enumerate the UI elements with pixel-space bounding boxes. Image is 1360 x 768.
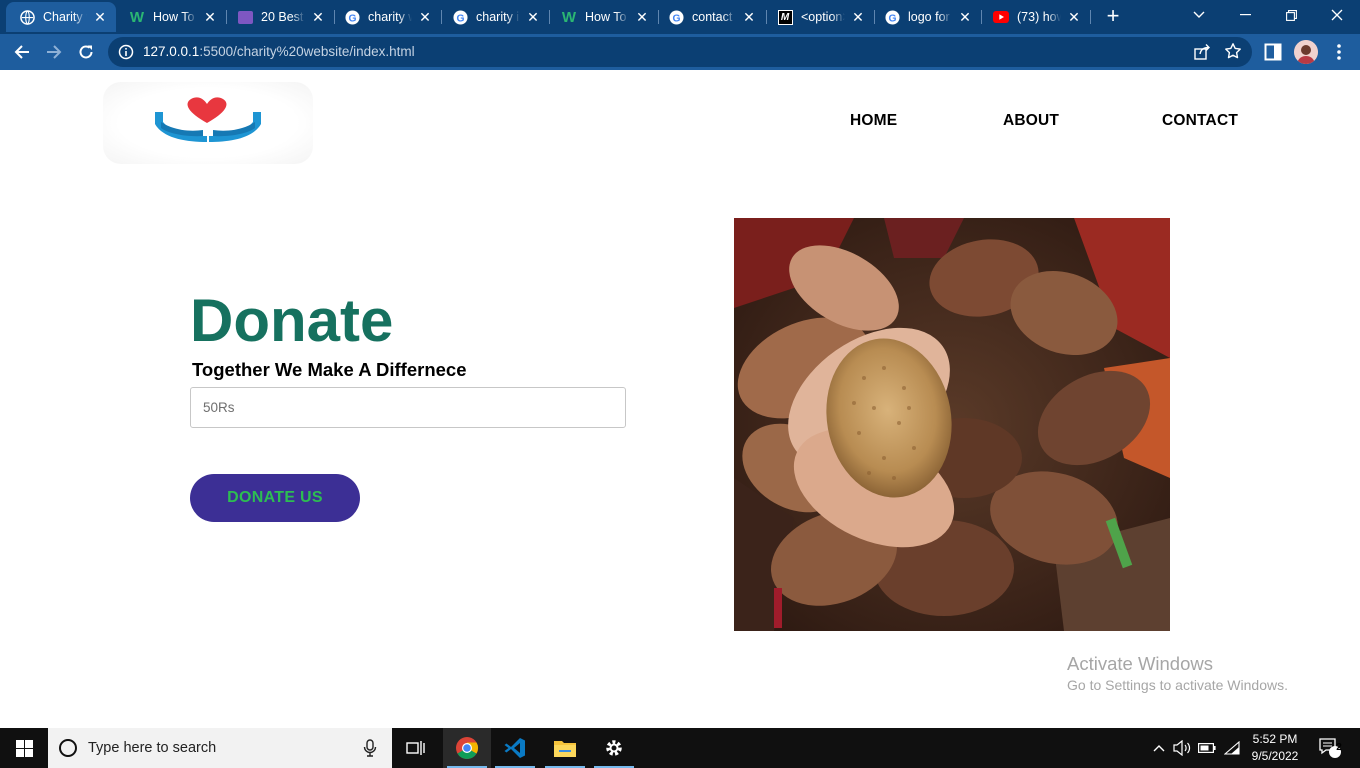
kebab-menu-icon[interactable] (1330, 42, 1348, 62)
site-info-icon[interactable] (118, 44, 134, 60)
tab-contact-us[interactable]: G contact us ✕ (655, 2, 765, 32)
close-window-icon[interactable] (1314, 0, 1360, 30)
settings-gear-icon[interactable] (590, 728, 638, 768)
bookmark-star-icon[interactable] (1224, 42, 1242, 60)
youtube-icon (993, 9, 1009, 25)
tab-how-to-make-website[interactable]: W How To Make a Website ✕ (116, 2, 226, 32)
tab-option-docs[interactable]: M <option> ✕ (764, 2, 874, 32)
svg-text:G: G (348, 13, 356, 24)
wifi-icon[interactable] (1222, 728, 1242, 768)
wix-w-icon: W (561, 8, 577, 26)
heart-shape (187, 97, 227, 123)
tab-close-icon[interactable]: ✕ (525, 9, 541, 25)
tab-title: charity images (476, 10, 520, 24)
tab-close-icon[interactable]: ✕ (634, 9, 650, 25)
google-g-icon: G (452, 9, 468, 25)
tab-title: contact us (692, 10, 736, 24)
browser-tab-strip: Charity website ✕ W How To Make a Websit… (0, 0, 1360, 34)
file-explorer-taskbar-icon[interactable] (541, 728, 589, 768)
tab-close-icon[interactable]: ✕ (850, 9, 866, 25)
side-panel-icon[interactable] (1264, 43, 1282, 61)
svg-text:G: G (888, 13, 896, 24)
google-g-icon: G (668, 9, 684, 25)
nav-about-link[interactable]: ABOUT (1003, 112, 1059, 130)
tab-close-icon[interactable]: ✕ (202, 9, 218, 25)
charity-website-page: HOME ABOUT CONTACT Donate Together We Ma… (0, 70, 1360, 728)
url-host: 127.0.0.1 (143, 44, 200, 59)
hands-holding-grain-image (734, 218, 1170, 631)
tab-charity-website[interactable]: Charity website ✕ (6, 2, 116, 32)
nav-contact-link[interactable]: CONTACT (1162, 112, 1238, 130)
tab-separator (1090, 10, 1091, 24)
activate-windows-subtitle: Go to Settings to activate Windows. (1067, 677, 1288, 693)
url-path: :5500/charity%20website/index.html (199, 44, 415, 59)
tab-close-icon[interactable]: ✕ (310, 9, 326, 25)
donation-amount-input[interactable] (190, 387, 626, 428)
share-icon[interactable] (1193, 43, 1211, 61)
tab-logo-for-charity[interactable]: G logo for charity ✕ (871, 2, 981, 32)
tab-title: How To Make a Website (585, 10, 629, 24)
taskbar-search-box[interactable]: Type here to search (48, 728, 392, 768)
hero-subtitle: Together We Make A Differnece (192, 359, 467, 380)
donate-us-button[interactable]: DONATE US (190, 474, 360, 522)
forward-arrow-icon[interactable] (40, 38, 68, 66)
site-logo[interactable] (103, 82, 313, 164)
vscode-taskbar-icon[interactable] (491, 728, 539, 768)
url-text: 127.0.0.1:5500/charity%20website/index.h… (143, 44, 415, 59)
cortana-ring-icon (59, 739, 77, 757)
coolors-icon (237, 9, 253, 25)
tab-title: (73) how to (1017, 10, 1061, 24)
google-g-icon: G (884, 9, 900, 25)
tab-title: How To Make a Website (153, 10, 197, 24)
task-view-icon[interactable] (392, 728, 440, 768)
tab-close-icon[interactable]: ✕ (1066, 9, 1082, 25)
battery-icon[interactable] (1196, 728, 1218, 768)
tab-charity-images[interactable]: G charity images ✕ (439, 2, 549, 32)
tab-title: charity website (368, 10, 412, 24)
tab-title: logo for charity (908, 10, 952, 24)
svg-text:G: G (672, 13, 680, 24)
clock-date: 9/5/2022 (1251, 749, 1299, 763)
tab-how-to-make-website-2[interactable]: W How To Make a Website ✕ (548, 2, 658, 32)
microphone-icon[interactable] (363, 739, 377, 757)
svg-text:G: G (456, 13, 464, 24)
tab-close-icon[interactable]: ✕ (957, 9, 973, 25)
address-bar[interactable]: 127.0.0.1:5500/charity%20website/index.h… (108, 37, 1252, 67)
tab-close-icon[interactable]: ✕ (741, 9, 757, 25)
tab-title: Charity website (43, 10, 87, 24)
tab-close-icon[interactable]: ✕ (92, 9, 108, 25)
show-hidden-icons-chevron-icon[interactable] (1150, 728, 1168, 768)
windows-start-icon[interactable] (0, 728, 48, 768)
activate-windows-title: Activate Windows (1067, 653, 1213, 674)
windows-taskbar: Type here to search 5:52 PM 9/5/2022 2 (0, 728, 1360, 768)
tab-color-palettes[interactable]: 20 Best Color Palettes ✕ (224, 2, 334, 32)
restore-window-icon[interactable] (1268, 0, 1314, 30)
tab-title: 20 Best Color Palettes (261, 10, 305, 24)
minimize-window-icon[interactable] (1222, 0, 1268, 30)
tab-search-chevron-icon[interactable] (1176, 0, 1222, 30)
notification-count-badge: 2 (1336, 742, 1342, 753)
mdn-m-icon: M (777, 9, 793, 25)
taskbar-clock[interactable]: 5:52 PM 9/5/2022 (1244, 731, 1306, 765)
chrome-globe-icon (19, 9, 35, 25)
browser-toolbar: 127.0.0.1:5500/charity%20website/index.h… (0, 34, 1360, 70)
chrome-taskbar-icon[interactable] (443, 728, 491, 768)
tab-close-icon[interactable]: ✕ (417, 9, 433, 25)
google-g-icon: G (344, 9, 360, 25)
back-arrow-icon[interactable] (8, 38, 36, 66)
hero-title: Donate (190, 287, 394, 354)
taskbar-search-placeholder: Type here to search (88, 740, 217, 756)
reload-icon[interactable] (72, 38, 100, 66)
nav-home-link[interactable]: HOME (850, 112, 897, 130)
wix-w-icon: W (129, 8, 145, 26)
tab-charity-search[interactable]: G charity website ✕ (331, 2, 441, 32)
volume-speaker-icon[interactable] (1172, 728, 1192, 768)
tab-title: <option> (801, 10, 845, 24)
profile-avatar[interactable] (1294, 40, 1318, 64)
notifications-icon[interactable]: 2 (1314, 728, 1346, 768)
tab-youtube[interactable]: (73) how to ✕ (980, 2, 1090, 32)
clock-time: 5:52 PM (1252, 732, 1298, 746)
new-tab-plus-icon[interactable]: + (1102, 5, 1124, 29)
